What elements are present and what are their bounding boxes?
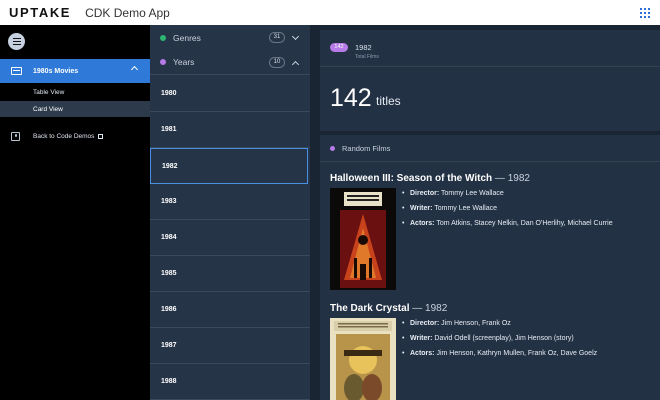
random-films-card: Random Films Halloween III: Season of th…	[320, 135, 660, 400]
main-content: 142 1982 Total Films 142 titles Random F…	[310, 25, 660, 400]
film-poster-image	[330, 318, 396, 400]
genres-count-badge: 31	[269, 32, 285, 43]
film-icon	[11, 67, 22, 75]
year-item-selected[interactable]: 1982	[150, 148, 308, 184]
back-to-code-demos-link[interactable]: Back to Code Demos	[0, 127, 150, 145]
menu-button[interactable]	[8, 33, 25, 50]
years-count-badge: 10	[269, 57, 285, 68]
year-item[interactable]: 1984	[150, 220, 310, 256]
divider	[320, 66, 660, 67]
year-item[interactable]: 1981	[150, 112, 310, 148]
film-title: The Dark Crystal — 1982	[330, 303, 660, 314]
title-count: 142	[330, 84, 372, 112]
film-director: Director: Tommy Lee Wallace	[402, 188, 660, 200]
back-link-label: Back to Code Demos	[33, 132, 95, 140]
count-badge: 142	[330, 43, 348, 52]
year-item[interactable]: 1980	[150, 76, 310, 112]
year-item[interactable]: 1986	[150, 292, 310, 328]
apps-grid-icon[interactable]	[640, 8, 650, 18]
film-director: Director: Jim Henson, Frank Oz	[402, 318, 660, 330]
film-writer: Writer: David Odell (screenplay), Jim He…	[402, 333, 660, 345]
random-films-label: Random Films	[342, 144, 391, 153]
filter-panel: Genres 31 Years 10 1980 1981 1982 1983 1…	[150, 25, 310, 400]
app-title: CDK Demo App	[85, 5, 170, 20]
external-link-icon	[98, 133, 104, 139]
film-year: — 1982	[409, 303, 448, 314]
years-dot	[160, 59, 166, 65]
user-badge-icon	[11, 131, 20, 141]
film-details: Director: Jim Henson, Frank Oz Writer: D…	[402, 318, 660, 363]
filter-genres[interactable]: Genres 31	[150, 25, 310, 50]
genres-dot	[160, 34, 166, 41]
film-year: — 1982	[492, 173, 530, 184]
year-item[interactable]: 1988	[150, 364, 310, 400]
top-bar: UPTAKE CDK Demo App	[0, 0, 660, 25]
film-title: Halloween III: Season of the Witch — 198…	[330, 173, 660, 184]
filter-label: Years	[173, 57, 195, 67]
nav-subitem-table-view[interactable]: Table View	[0, 84, 150, 100]
random-films-dot	[330, 146, 335, 151]
divider	[320, 161, 660, 162]
nav-item-label: 1980s Movies	[33, 67, 79, 75]
film-name: The Dark Crystal	[330, 303, 410, 314]
sidebar: 1980s Movies Table View Card View Back t…	[0, 25, 150, 400]
film-card: Halloween III: Season of the Witch — 198…	[330, 173, 660, 298]
year-item[interactable]: 1983	[150, 184, 310, 220]
chevron-up-icon	[291, 60, 300, 69]
film-poster-image	[330, 188, 396, 290]
year-item[interactable]: 1985	[150, 256, 310, 292]
title-count-unit: titles	[376, 94, 401, 108]
year-item[interactable]: 1987	[150, 328, 310, 364]
filter-years[interactable]: Years 10	[150, 50, 310, 75]
film-card: The Dark Crystal — 1982 Director: Jim He…	[330, 303, 660, 400]
selected-year: 1982	[355, 43, 372, 52]
film-writer: Writer: Tommy Lee Wallace	[402, 203, 660, 215]
filter-label: Genres	[173, 32, 201, 43]
film-actors: Actors: Jim Henson, Kathryn Mullen, Fran…	[402, 348, 660, 360]
total-films-caption: Total Films	[355, 54, 379, 60]
chevron-up-icon	[130, 65, 139, 74]
film-details: Director: Tommy Lee Wallace Writer: Tomm…	[402, 188, 660, 233]
logo: UPTAKE	[9, 5, 72, 20]
nav-subitem-card-view[interactable]: Card View	[0, 101, 150, 117]
year-list: 1980 1981 1982 1983 1984 1985 1986 1987 …	[150, 76, 310, 400]
chevron-down-icon	[291, 32, 300, 41]
film-actors: Actors: Tom Atkins, Stacey Nelkin, Dan O…	[402, 218, 660, 230]
film-name: Halloween III: Season of the Witch	[330, 173, 493, 184]
nav-item-1980s-movies[interactable]: 1980s Movies	[0, 59, 150, 83]
summary-card: 142 1982 Total Films 142 titles	[320, 30, 660, 131]
